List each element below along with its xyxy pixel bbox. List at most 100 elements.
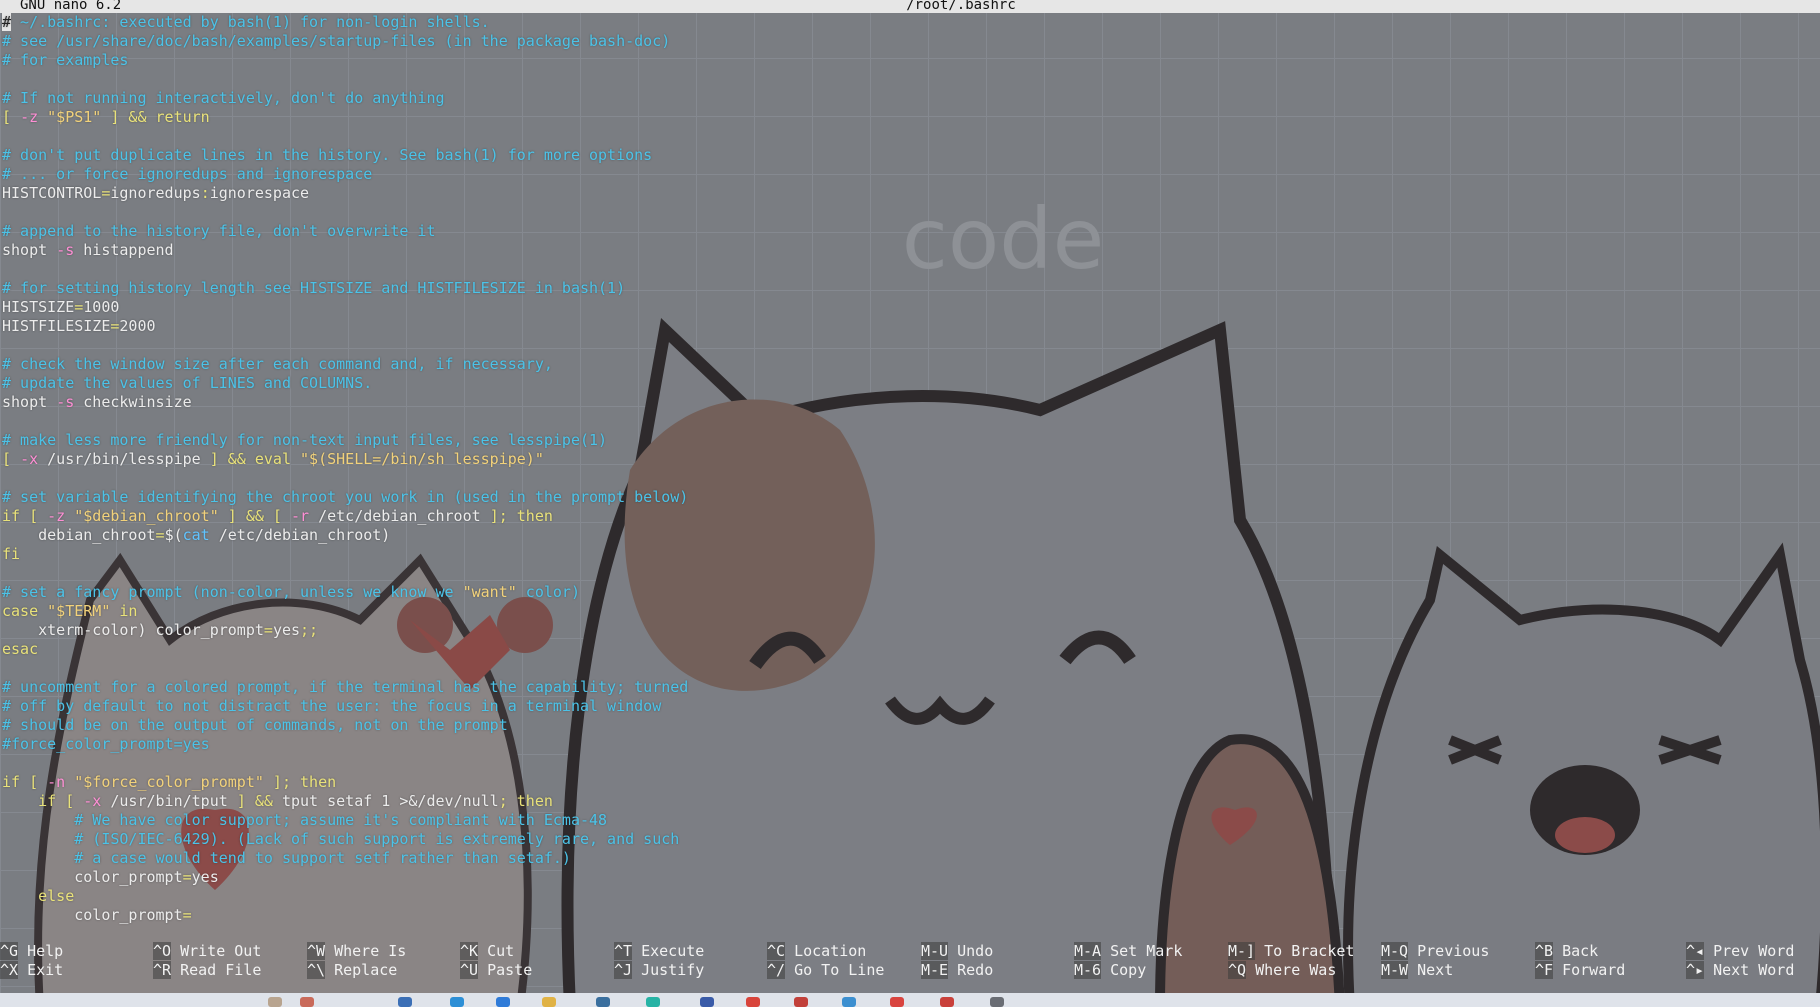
shortcut-bar: ^G Help ^X Exit ^O Write Out ^R Read File ^W… [0,942,1820,982]
taskbar-app-icon[interactable] [542,997,556,1007]
shortcut-key: ^G [0,942,19,960]
shortcut-prev-word[interactable]: ^◂ Prev Word [1686,942,1820,961]
shortcut-key: ^U [460,961,479,979]
taskbar-app-icon[interactable] [450,997,464,1007]
shortcut-next-word[interactable]: ^▸ Next Word [1686,961,1820,980]
code-token: -s [56,241,75,259]
shortcut-key: M-6 [1074,961,1102,979]
shortcut-help[interactable]: ^G Help [0,942,152,961]
code-token: -n [47,773,66,791]
code-token: [ [2,108,21,126]
code-token: # should be on the output of commands, n… [2,716,508,734]
shortcut-forward[interactable]: ^F Forward [1535,961,1687,980]
editor-line: debian_chroot=$(cat /etc/debian_chroot) [2,526,1818,545]
shortcut-label: Replace [325,961,398,979]
shortcut-next[interactable]: M-W Next [1381,961,1533,980]
taskbar-app-icon[interactable] [646,997,660,1007]
code-token: #force_color_prompt=yes [2,735,210,753]
taskbar-app-icon[interactable] [700,997,714,1007]
shortcut-set-mark[interactable]: M-A Set Mark [1074,942,1226,961]
shortcut-where-is[interactable]: ^W Where Is [307,942,459,961]
shortcut-undo[interactable]: M-U Undo [921,942,1073,961]
shortcut-label: Back [1553,942,1599,960]
editor-line: else [2,887,1818,906]
code-token: # make less more friendly for non-text i… [2,431,608,449]
shortcut-key: M-A [1074,942,1102,960]
shortcut-key: ^/ [767,961,786,979]
shortcut-replace[interactable]: ^\ Replace [307,961,459,980]
taskbar-app-icon[interactable] [842,997,856,1007]
shortcut-back[interactable]: ^B Back [1535,942,1687,961]
code-token: HISTFILESIZE [2,317,111,335]
code-token: -z [47,507,66,525]
shortcut-location[interactable]: ^C Location [767,942,919,961]
code-token: = [155,526,165,544]
editor-line: esac [2,640,1818,659]
code-token: else [2,887,75,905]
shortcut-write-out[interactable]: ^O Write Out [153,942,305,961]
shortcut-redo[interactable]: M-E Redo [921,961,1073,980]
taskbar-app-icon[interactable] [990,997,1004,1007]
code-token: "$TERM" [47,602,111,620]
shortcut-key: M-] [1228,942,1256,960]
shortcut-key: ^X [0,961,19,979]
shortcut-exit[interactable]: ^X Exit [0,961,152,980]
shortcut-execute[interactable]: ^T Execute [614,942,766,961]
shortcut-paste[interactable]: ^U Paste [460,961,612,980]
taskbar-app-icon[interactable] [496,997,510,1007]
taskbar-app-icon[interactable] [300,997,314,1007]
shortcut-cut[interactable]: ^K Cut [460,942,612,961]
shortcut-label: Set Mark [1101,942,1183,960]
editor-line: shopt -s histappend [2,241,1818,260]
shortcut-key: M-E [921,961,949,979]
code-token: HISTSIZE [2,298,75,316]
shortcut-label: Cut [478,942,515,960]
code-token: $( [164,526,183,544]
taskbar-app-icon[interactable] [940,997,954,1007]
shortcut-read-file[interactable]: ^R Read File [153,961,305,980]
taskbar-app-icon[interactable] [596,997,610,1007]
taskbar-app-icon[interactable] [794,997,808,1007]
code-token: checkwinsize [74,393,192,411]
shortcut-label: Execute [632,942,705,960]
code-token: : [200,184,210,202]
editor-line: shopt -s checkwinsize [2,393,1818,412]
shortcut-copy[interactable]: M-6 Copy [1074,961,1226,980]
shortcut-label: Redo [948,961,994,979]
shortcut-label: To Bracket [1255,942,1355,960]
shortcut-go-to-line[interactable]: ^/ Go To Line [767,961,919,980]
editor-line: # ~/.bashrc: executed by bash(1) for non… [2,13,1818,32]
code-token: -r [291,507,310,525]
shortcut-label: Justify [632,961,705,979]
editor-line: # off by default to not distract the use… [2,697,1818,716]
editor-line: # for setting history length see HISTSIZ… [2,279,1818,298]
shortcut-where-was[interactable]: ^Q Where Was [1228,961,1380,980]
taskbar-app-icon[interactable] [398,997,412,1007]
taskbar-app-icon[interactable] [268,997,282,1007]
editor-line: if [ -n "$force_color_prompt" ]; then [2,773,1818,792]
code-token: /etc/debian_chroot [309,507,490,525]
taskbar-app-icon[interactable] [890,997,904,1007]
code-token: color_prompt [2,868,183,886]
shortcut-to-bracket[interactable]: M-] To Bracket [1228,942,1380,961]
code-token: color_prompt [2,906,183,924]
shortcut-previous[interactable]: M-Q Previous [1381,942,1533,961]
code-token: HISTCONTROL [2,184,102,202]
code-token: = [74,298,84,316]
editor-line: # make less more friendly for non-text i… [2,431,1818,450]
shortcut-justify[interactable]: ^J Justify [614,961,766,980]
code-token: # see /usr/share/doc/bash/examples/start… [2,32,671,50]
editor-text-area[interactable]: # ~/.bashrc: executed by bash(1) for non… [2,13,1818,925]
editor-line: # see /usr/share/doc/bash/examples/start… [2,32,1818,51]
code-token: if [ [2,773,48,791]
code-token: = [263,621,273,639]
code-token: = [182,868,192,886]
text-cursor: # [2,13,12,31]
file-path: /root/.bashrc [906,0,1016,13]
shortcut-key: ^T [614,942,633,960]
code-token: ~/.bashrc: executed by bash(1) for non-l… [11,13,490,31]
taskbar-app-icon[interactable] [746,997,760,1007]
